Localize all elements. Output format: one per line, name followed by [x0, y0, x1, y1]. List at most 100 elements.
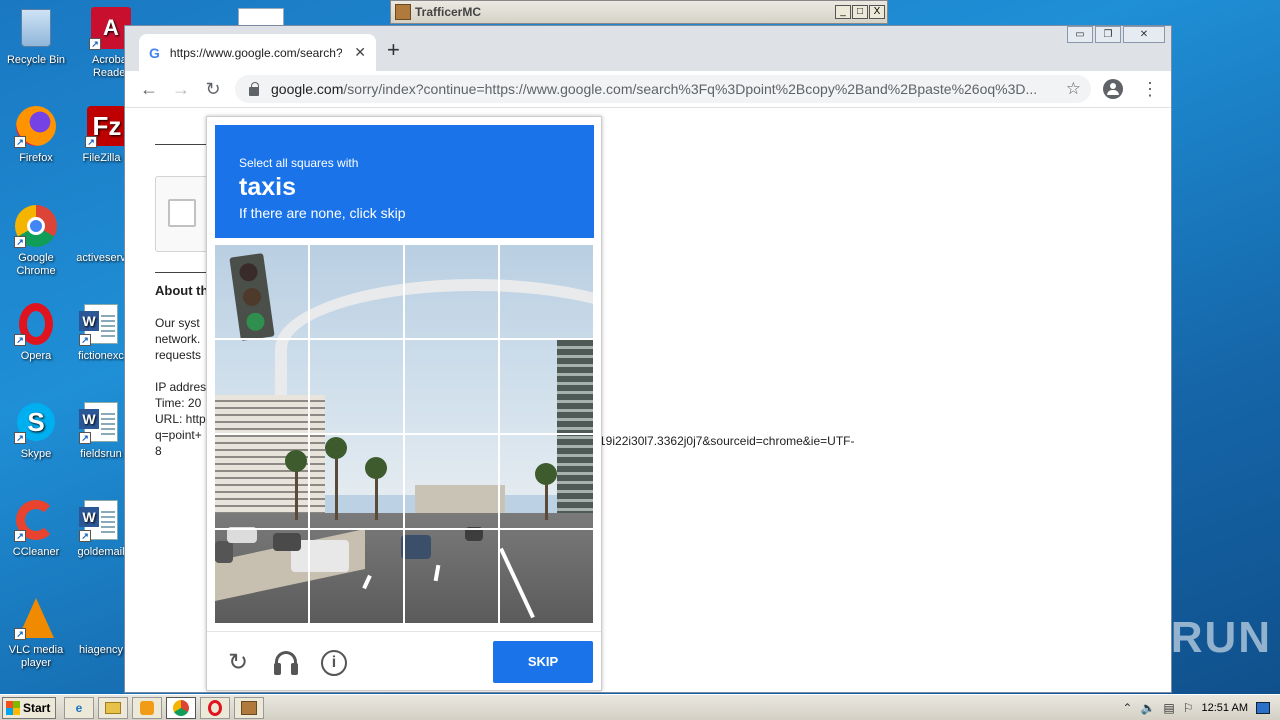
instruction-line: Select all squares with [239, 156, 359, 170]
maximize-button[interactable]: □ [852, 5, 868, 19]
back-button[interactable]: ← [133, 79, 165, 100]
word-document-icon [238, 8, 284, 26]
ip-text-line: 8 [155, 444, 162, 458]
captcha-tile[interactable] [500, 245, 593, 339]
lock-icon [249, 81, 259, 96]
tab-title: https://www.google.com/search?q= [169, 45, 342, 60]
action-center-flag-icon[interactable]: ⚐ [1183, 701, 1194, 715]
captcha-tile[interactable] [405, 340, 499, 434]
desktop-icon-label: Skype [20, 448, 52, 460]
captcha-tile[interactable] [215, 530, 309, 623]
captcha-tile[interactable] [310, 435, 404, 529]
desktop-icon-firefox[interactable]: ↗ Firefox [1, 104, 71, 165]
word-document-icon: ↗ [79, 498, 123, 542]
address-bar[interactable]: google.com/sorry/index?continue=https://… [235, 75, 1091, 103]
profile-avatar-icon[interactable] [1103, 79, 1123, 99]
url-path: /sorry/index?continue=https://www.google… [343, 81, 1038, 97]
desktop-icon-skype[interactable]: S ↗ Skype [1, 400, 71, 461]
desktop-icon-label: Google Chrome [16, 252, 56, 277]
folder-icon [105, 701, 121, 714]
volume-icon[interactable]: 🔈 [1140, 701, 1155, 715]
word-document-icon: ↗ [79, 400, 123, 444]
google-favicon-icon: G [149, 44, 160, 61]
desktop-icon-chrome[interactable]: ↗ Google Chrome [1, 204, 71, 278]
show-hidden-icons-icon[interactable]: ⌃ [1122, 701, 1132, 715]
ccleaner-icon: ↗ [14, 498, 58, 542]
restore-button[interactable]: ❐ [1095, 26, 1121, 43]
captcha-tile[interactable] [310, 245, 404, 339]
clock[interactable]: 12:51 AM [1202, 702, 1248, 714]
skip-button[interactable]: SKIP [493, 641, 593, 683]
start-button[interactable]: Start [2, 696, 56, 719]
captcha-tile[interactable] [215, 340, 309, 434]
captcha-tile[interactable] [500, 340, 593, 434]
reload-button[interactable]: ↻ [197, 79, 229, 100]
captcha-image-grid [215, 245, 593, 623]
box-icon [395, 4, 411, 20]
captcha-challenge-popup: Select all squares with taxis If there a… [206, 116, 602, 691]
internet-explorer-icon: e [75, 700, 83, 715]
desktop-icon-recycle-bin[interactable]: Recycle Bin [1, 6, 71, 67]
taskbar-trafficer[interactable] [234, 696, 264, 719]
opera-icon: ↗ [14, 302, 58, 346]
desktop-icon-label: Recycle Bin [6, 54, 66, 66]
url-host: google.com [271, 81, 344, 97]
browser-tab[interactable]: G https://www.google.com/search?q= ✕ [139, 34, 376, 71]
desktop-icon-opera[interactable]: ↗ Opera [1, 302, 71, 363]
close-button[interactable]: X [869, 5, 885, 19]
captcha-instructions: Select all squares with taxis If there a… [215, 125, 594, 238]
ip-text-line: q=point+ [155, 428, 202, 442]
document-icon [79, 596, 123, 640]
media-player-icon [140, 700, 154, 715]
captcha-tile[interactable] [500, 435, 593, 529]
reload-icon[interactable]: ↻ [225, 650, 251, 676]
trafficer-window-titlebar[interactable]: TrafficerMC _ □ X [390, 0, 888, 24]
ip-text-line: URL: http [155, 412, 206, 426]
opera-icon [208, 699, 222, 716]
ip-text-line: IP addres [155, 380, 207, 394]
taskbar-chrome[interactable] [166, 696, 196, 719]
chrome-icon: ↗ [14, 204, 58, 248]
forward-button[interactable]: → [165, 79, 197, 100]
tab-strip: G https://www.google.com/search?q= ✕ + ▭… [125, 26, 1171, 71]
firefox-icon: ↗ [14, 104, 58, 148]
anyrun-watermark: ANY▷RUN [1036, 613, 1273, 662]
system-text-line: requests [155, 348, 202, 362]
captcha-tile[interactable] [405, 435, 499, 529]
captcha-tile[interactable] [405, 530, 499, 623]
document-icon [79, 204, 123, 248]
tab-close-icon[interactable]: ✕ [354, 44, 366, 61]
new-tab-button[interactable]: + [387, 39, 400, 61]
captcha-tile[interactable] [215, 435, 309, 529]
captcha-tile[interactable] [500, 530, 593, 623]
captcha-tile[interactable] [405, 245, 499, 339]
desktop-icon-ccleaner[interactable]: ↗ CCleaner [1, 498, 71, 559]
captcha-tile[interactable] [310, 530, 404, 623]
captcha-target-word: taxis [239, 173, 296, 201]
recycle-bin-icon [14, 6, 58, 50]
minimize-button[interactable]: ▭ [1067, 26, 1093, 43]
show-desktop-button[interactable] [1256, 701, 1270, 714]
info-icon[interactable]: i [321, 650, 347, 676]
menu-icon[interactable]: ⋮ [1141, 79, 1159, 100]
system-text-line: network. [155, 332, 201, 346]
browser-toolbar: ← → ↻ google.com/sorry/index?continue=ht… [125, 71, 1171, 107]
taskbar-media-player[interactable] [132, 696, 162, 719]
desktop-icon-label: VLC media player [8, 644, 64, 669]
bookmark-star-icon[interactable]: ☆ [1066, 79, 1081, 99]
taskbar-opera[interactable] [200, 696, 230, 719]
captcha-tile[interactable] [215, 245, 309, 339]
desktop-icon-vlc[interactable]: ↗ VLC media player [1, 596, 71, 670]
box-icon [241, 700, 257, 715]
headphones-icon[interactable] [273, 650, 299, 676]
taskbar-ie[interactable]: e [64, 696, 94, 719]
minimize-button[interactable]: _ [835, 5, 851, 19]
taskbar-explorer[interactable] [98, 696, 128, 719]
captcha-tile[interactable] [310, 340, 404, 434]
network-icon[interactable]: ▤ [1163, 701, 1174, 715]
desktop-icon-label: Firefox [19, 152, 53, 164]
close-button[interactable]: ✕ [1123, 26, 1165, 43]
system-text-line: Our syst [155, 316, 200, 330]
window-title: TrafficerMC [415, 5, 482, 19]
recaptcha-checkbox[interactable] [168, 199, 196, 227]
